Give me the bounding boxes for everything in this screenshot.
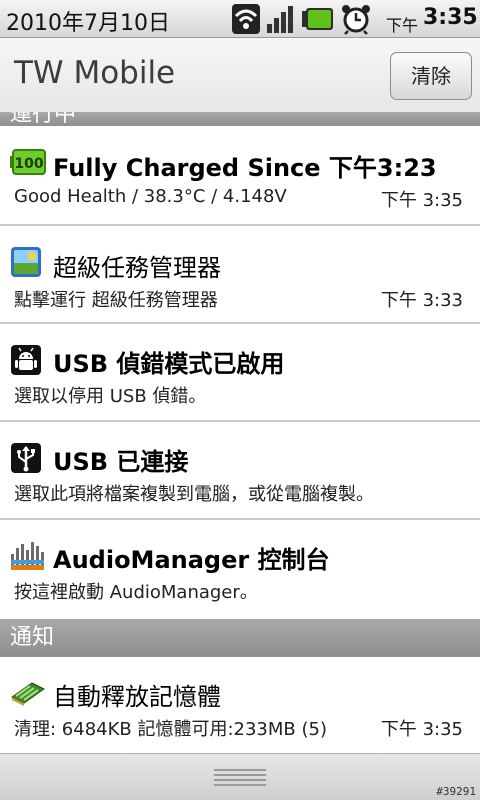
- svg-text:100: 100: [14, 156, 43, 172]
- notification-time: 下午 3:33: [380, 290, 463, 311]
- status-date: 2010年7月10日: [6, 11, 170, 36]
- notification-title: 自動釋放記憶體: [53, 683, 221, 711]
- task-manager-icon: [10, 246, 44, 277]
- notification-text: Good Health / 38.3°C / 4.148V: [14, 186, 287, 207]
- notification-text: 點擊運行 超級任務管理器: [14, 290, 218, 311]
- alarm-icon: [340, 3, 372, 35]
- notification-time: 下午 3:35: [380, 190, 463, 211]
- notification-usb-connected[interactable]: USB 已連接 選取此項將檔案複製到電腦，或從電腦複製。: [0, 422, 480, 520]
- carrier-title: TW Mobile: [14, 55, 176, 91]
- audiomanager-title: AudioManager 控制台: [53, 546, 330, 574]
- notification-panel-handle[interactable]: #39291: [0, 753, 480, 800]
- usb-icon: [10, 442, 44, 473]
- memory-chip-icon: [10, 679, 45, 709]
- battery-100-icon: 100: [10, 148, 46, 178]
- status-icons: [232, 3, 372, 35]
- notification-battery[interactable]: 100 Fully Charged Since 下午3:23 Good Heal…: [0, 126, 480, 226]
- notification-text: 選取以停用 USB 偵錯。: [14, 386, 207, 407]
- title-bar: TW Mobile 清除: [0, 38, 480, 112]
- notification-audiomanager[interactable]: AudioManager 控制台 按這裡啟動 AudioManager。: [0, 520, 480, 619]
- notification-task-manager[interactable]: 超級任務管理器 點擊運行 超級任務管理器 下午 3:33: [0, 226, 480, 324]
- clear-button[interactable]: 清除: [390, 52, 472, 100]
- notification-time: 下午 3:35: [380, 719, 463, 740]
- notification-title: Fully Charged Since 下午3:23: [53, 148, 437, 183]
- battery-charged-time: 下午3:23: [328, 154, 437, 182]
- section-header-notifications: 通知: [0, 619, 480, 657]
- notification-usb-debugging[interactable]: USB 偵錯模式已啟用 選取以停用 USB 偵錯。: [0, 324, 480, 422]
- notification-text: 選取此項將檔案複製到電腦，或從電腦複製。: [14, 484, 374, 505]
- section-ongoing-label: 運行中: [10, 112, 77, 126]
- android-debug-icon: [10, 344, 44, 375]
- notification-memory-release[interactable]: 自動釋放記憶體 清理: 6484KB 記憶體可用:233MB (5) 下午 3:…: [0, 657, 480, 753]
- notification-title: USB 偵錯模式已啟用: [53, 350, 285, 378]
- status-bar[interactable]: 2010年7月10日 下午 3:35: [0, 0, 480, 38]
- battery-status-title: Fully Charged Since: [53, 154, 321, 182]
- section-notifications-label: 通知: [10, 625, 55, 650]
- watermark: #39291: [436, 785, 476, 798]
- notification-title: AudioManager 控制台: [53, 540, 330, 575]
- notification-title: 超級任務管理器: [53, 254, 221, 282]
- status-ampm: 下午: [386, 16, 419, 35]
- battery-icon: [302, 8, 334, 30]
- wifi-icon: [232, 4, 260, 34]
- signal-icon: [266, 4, 296, 34]
- notification-text: 清理: 6484KB 記憶體可用:233MB (5): [14, 719, 327, 740]
- equalizer-icon: [10, 540, 44, 570]
- notification-title: USB 已連接: [53, 448, 189, 476]
- status-time: 3:35: [423, 5, 478, 30]
- notification-text: 按這裡啟動 AudioManager。: [14, 582, 258, 603]
- section-header-ongoing: 運行中: [0, 112, 480, 126]
- drag-handle-icon[interactable]: [214, 767, 266, 787]
